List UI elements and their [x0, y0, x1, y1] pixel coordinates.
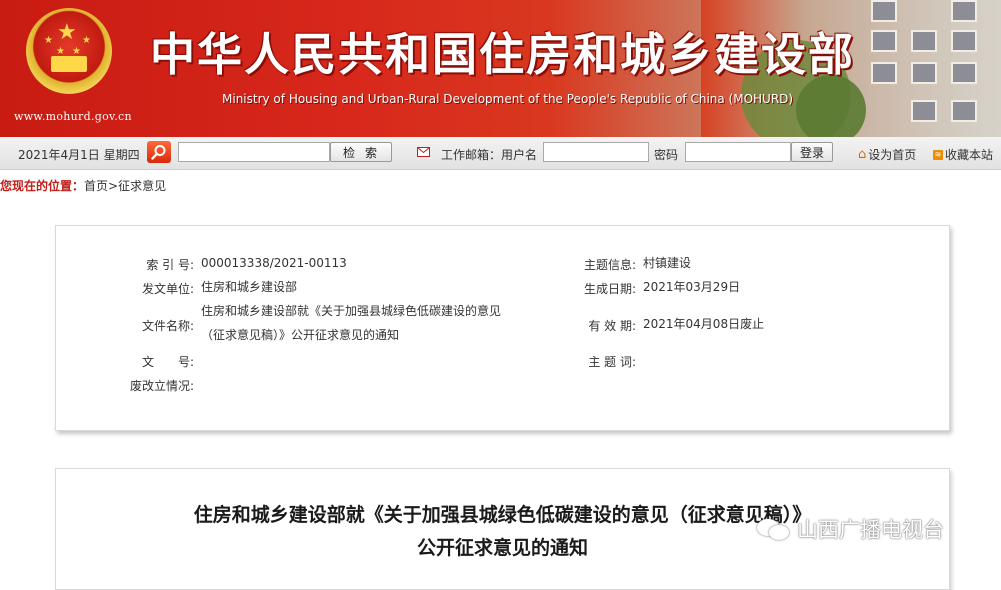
current-date: 2021年4月1日 星期四 — [18, 148, 140, 162]
issuer-label: 发文单位: — [141, 282, 194, 296]
breadcrumb-lead: 您现在的位置： — [0, 179, 85, 193]
document-name-label: 文件名称: — [141, 319, 194, 333]
wechat-icon — [757, 516, 791, 542]
index-number-label: 索 引 号: — [146, 258, 194, 272]
mail-username-label: 工作邮箱：用户名 — [441, 148, 538, 162]
document-info-box: 索 引 号: 000013338/2021-00113 发文单位: 住房和城乡建… — [55, 225, 950, 431]
national-emblem-icon: ★ ★ ★ ★ ★ — [26, 8, 112, 94]
ministry-title-english: Ministry of Housing and Urban-Rural Deve… — [222, 92, 794, 106]
site-banner: ★ ★ ★ ★ ★ www.mohurd.gov.cn 中华人民共和国住房和城乡… — [0, 0, 1001, 137]
validity-label: 有 效 期: — [588, 319, 636, 333]
search-input[interactable] — [178, 142, 330, 162]
breadcrumb-current[interactable]: 征求意见 — [118, 179, 166, 193]
document-number-label: 文 号: — [141, 355, 194, 369]
breadcrumb-separator: > — [108, 179, 119, 193]
set-homepage-link[interactable]: ⌂ 设为首页 — [858, 146, 916, 163]
document-name-value: 住房和城乡建设部就《关于加强县城绿色低碳建设的意见（征求意见稿）》公开征求意见的… — [201, 304, 502, 342]
topic-label: 主题信息: — [583, 258, 636, 272]
topic-value: 村镇建设 — [643, 256, 692, 270]
index-number-value: 000013338/2021-00113 — [201, 256, 347, 270]
revision-status-label: 废改立情况: — [129, 379, 194, 393]
keywords-label: 主 题 词: — [588, 355, 636, 369]
watermark: 山西广播电视台 — [757, 514, 944, 544]
issuer-value: 住房和城乡建设部 — [201, 280, 298, 294]
watermark-text: 山西广播电视台 — [797, 518, 944, 542]
breadcrumb-home-link[interactable]: 首页 — [84, 179, 108, 193]
article-title-line-2: 公开征求意见的通知 — [416, 537, 588, 559]
article-title-line-1: 住房和城乡建设部就《关于加强县城绿色低碳建设的意见（征求意见稿）》 — [193, 504, 812, 526]
home-icon: ⌂ — [858, 146, 867, 162]
password-input[interactable] — [685, 142, 791, 162]
site-url: www.mohurd.gov.cn — [14, 110, 132, 123]
mail-icon — [417, 147, 430, 157]
search-icon[interactable] — [147, 141, 171, 163]
breadcrumb: 您现在的位置：首页>征求意见 — [0, 177, 166, 194]
created-date-label: 生成日期: — [583, 282, 636, 296]
created-date-value: 2021年03月29日 — [643, 280, 741, 294]
rss-icon: ≋ — [933, 149, 943, 160]
top-toolbar: 2021年4月1日 星期四 检索 工作邮箱：用户名 密码 登录 ⌂ 设为首页 ≋… — [0, 137, 1001, 170]
set-homepage-label: 设为首页 — [868, 148, 917, 162]
login-button[interactable]: 登录 — [791, 142, 833, 162]
validity-value: 2021年04月08日废止 — [643, 317, 765, 331]
username-input[interactable] — [543, 142, 649, 162]
password-label: 密码 — [654, 148, 679, 162]
bookmark-link[interactable]: ≋ 收藏本站 — [933, 146, 993, 163]
ministry-title: 中华人民共和国住房和城乡建设部 — [150, 28, 856, 81]
search-button[interactable]: 检索 — [330, 142, 392, 162]
bookmark-label: 收藏本站 — [945, 148, 994, 162]
